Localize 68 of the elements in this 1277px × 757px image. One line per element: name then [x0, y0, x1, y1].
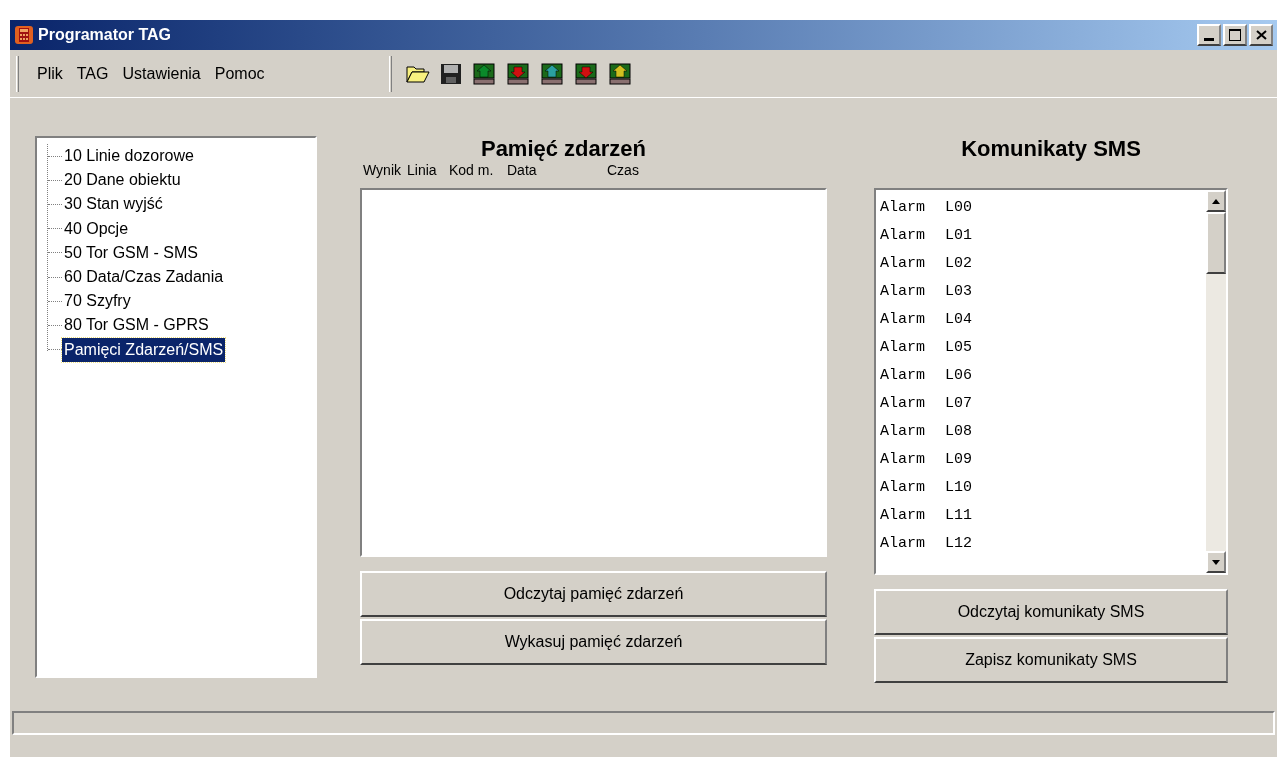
minimize-icon — [1204, 38, 1214, 41]
sms-message[interactable]: L12 — [945, 532, 973, 556]
action-button[interactable]: Wykasuj pamięć zdarzeń — [360, 619, 827, 665]
chip-upload-icon[interactable] — [472, 61, 496, 86]
save-icon[interactable] — [440, 62, 462, 85]
sms-message[interactable]: L01 — [945, 224, 973, 248]
sms-message[interactable]: L09 — [945, 448, 973, 472]
sms-message[interactable]: Alarm — [880, 196, 925, 220]
close-icon — [1255, 30, 1267, 40]
action-button[interactable]: Odczytaj pamięć zdarzeń — [360, 571, 827, 617]
chip-download-icon[interactable] — [574, 61, 598, 86]
sms-message[interactable]: Alarm — [880, 476, 925, 500]
window-title: Programator TAG — [38, 25, 172, 45]
column-header: Czas — [607, 162, 640, 180]
scrollbar[interactable] — [1206, 190, 1226, 573]
menu-item[interactable]: TAG — [76, 61, 109, 86]
sms-message[interactable]: Alarm — [880, 448, 925, 472]
sms-message[interactable]: Alarm — [880, 532, 925, 556]
sms-message[interactable]: L10 — [945, 476, 973, 500]
sms-message[interactable]: Alarm — [880, 336, 925, 360]
scrollbar-thumb[interactable] — [1206, 212, 1226, 274]
tree-item[interactable]: 80 Tor GSM - GPRS — [62, 313, 211, 338]
chip-download-icon[interactable] — [506, 61, 530, 86]
tree-item[interactable]: 60 Data/Czas Zadania — [62, 265, 226, 290]
section-title: Pamięć zdarzeń — [479, 136, 648, 162]
sms-message[interactable]: Alarm — [880, 224, 925, 248]
chip-upload-icon[interactable] — [608, 61, 632, 86]
scroll-down-icon[interactable] — [1212, 559, 1220, 565]
menu-item[interactable]: Ustawienia — [122, 61, 201, 86]
tree-item[interactable]: 20 Dane obiektu — [62, 168, 183, 193]
column-header: Wynik — [363, 162, 402, 180]
column-header: Kod m. — [449, 162, 495, 180]
sms-message[interactable]: Alarm — [880, 504, 925, 528]
tree-item[interactable]: 70 Szyfry — [62, 289, 133, 314]
action-button[interactable]: Odczytaj komunikaty SMS — [874, 589, 1228, 635]
column-header: Linia — [407, 162, 438, 180]
chip-upload-icon[interactable] — [540, 61, 564, 86]
calculator-icon — [14, 25, 34, 45]
close-button[interactable] — [1249, 24, 1273, 46]
column-header: Data — [507, 162, 538, 180]
sms-message[interactable]: L07 — [945, 392, 973, 416]
sms-message[interactable]: L08 — [945, 420, 973, 444]
sms-message[interactable]: L04 — [945, 308, 973, 332]
sms-message[interactable]: L11 — [945, 504, 973, 528]
sms-message[interactable]: Alarm — [880, 364, 925, 388]
sms-message[interactable]: L00 — [945, 196, 973, 220]
sms-message[interactable]: L06 — [945, 364, 973, 388]
tree-item[interactable]: 10 Linie dozorowe — [62, 144, 196, 169]
maximize-icon — [1229, 29, 1241, 41]
sms-message[interactable]: L03 — [945, 280, 973, 304]
minimize-button[interactable] — [1197, 24, 1221, 46]
sms-message[interactable]: L05 — [945, 336, 973, 360]
tree-item[interactable]: 50 Tor GSM - SMS — [62, 240, 200, 265]
menu-item[interactable]: Pomoc — [214, 61, 265, 86]
sms-message[interactable]: Alarm — [880, 308, 925, 332]
action-button[interactable]: Zapisz komunikaty SMS — [874, 637, 1228, 683]
tree-item[interactable]: 40 Opcje — [62, 216, 131, 241]
sms-message[interactable]: Alarm — [880, 392, 925, 416]
sms-message[interactable]: Alarm — [880, 252, 925, 276]
section-title: Komunikaty SMS — [960, 136, 1142, 163]
menu-item[interactable]: Plik — [37, 61, 63, 86]
tree-item[interactable]: Pamięci Zdarzeń/SMS — [62, 337, 226, 362]
maximize-button[interactable] — [1223, 24, 1247, 46]
sms-message[interactable]: Alarm — [880, 420, 925, 444]
scroll-up-icon[interactable] — [1212, 198, 1220, 204]
tree-item[interactable]: 30 Stan wyjść — [62, 192, 165, 217]
sms-message[interactable]: Alarm — [880, 280, 925, 304]
sms-message[interactable]: L02 — [945, 252, 973, 276]
